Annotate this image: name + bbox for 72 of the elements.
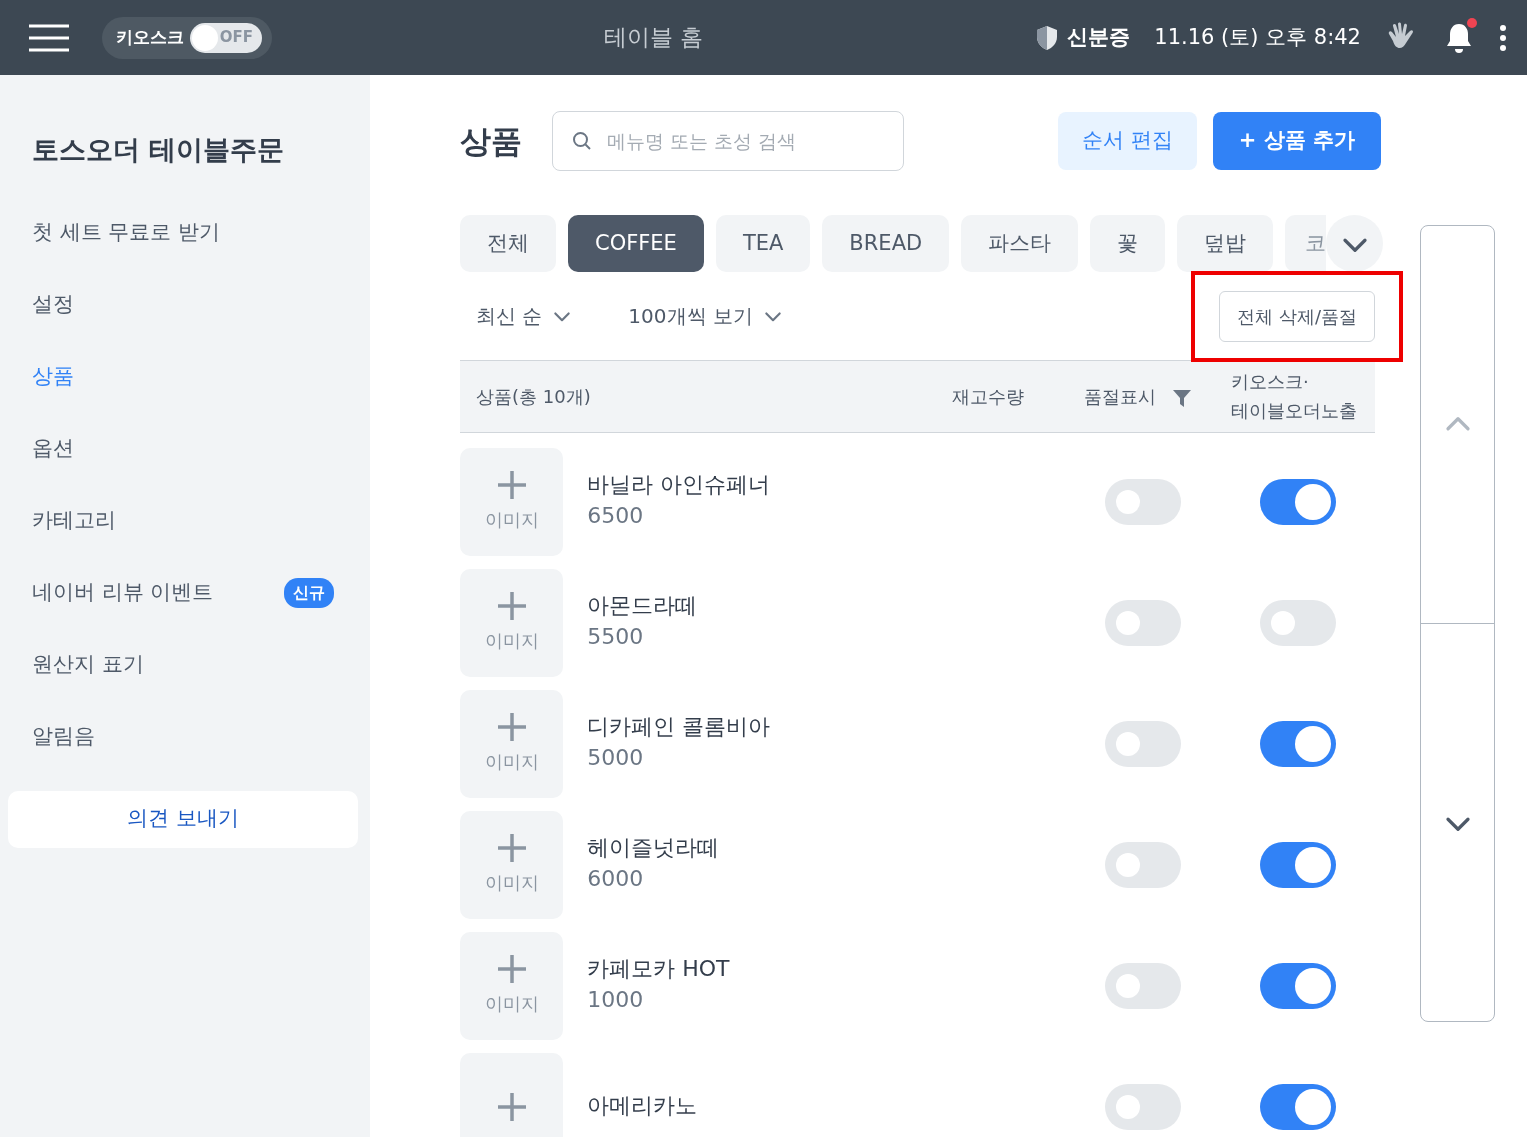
product-name: 디카페인 콜롬비아 bbox=[587, 712, 772, 741]
column-header: 키오스크· 테이블오더노출 bbox=[1231, 369, 1357, 423]
sidebar-item[interactable]: 첫 세트 무료로 받기 bbox=[8, 196, 358, 269]
category-tab[interactable]: BREAD bbox=[822, 215, 950, 272]
window-title: 테이블 홈 bbox=[603, 23, 705, 53]
sidebar-item[interactable]: 원산지 표기 bbox=[8, 628, 358, 701]
search-field[interactable]: 메뉴명 또는 초성 검색 bbox=[552, 111, 904, 171]
plus-icon bbox=[496, 591, 527, 621]
plus-icon bbox=[496, 1091, 527, 1122]
sold-out-toggle[interactable] bbox=[1104, 841, 1181, 888]
plus-icon bbox=[496, 954, 527, 984]
sort-dropdown[interactable]: 최신 순 bbox=[460, 301, 593, 331]
add-product-button[interactable]: + 상품 추가 bbox=[1212, 112, 1381, 170]
image-label: 이미지 bbox=[484, 629, 539, 653]
app-title: 토스오더 테이블주문 bbox=[31, 133, 286, 167]
image-label: 이미지 bbox=[484, 750, 539, 774]
visibility-toggle[interactable] bbox=[1259, 1083, 1336, 1130]
plus-icon bbox=[496, 833, 527, 863]
feedback-button[interactable]: 의견 보내기 bbox=[8, 790, 358, 848]
column-header: 재고수량 bbox=[952, 385, 1024, 409]
sidebar-item[interactable]: 상품 bbox=[8, 340, 358, 413]
product-name: 바닐라 아인슈페너 bbox=[587, 470, 772, 499]
category-tab[interactable]: 덮밥 bbox=[1177, 215, 1274, 272]
product-price: 5000 bbox=[587, 744, 645, 773]
image-label: 이미지 bbox=[484, 871, 539, 895]
reorder-button[interactable]: 순서 편집 bbox=[1058, 112, 1197, 170]
visibility-toggle[interactable] bbox=[1259, 841, 1336, 888]
product-price: 6000 bbox=[587, 865, 645, 894]
plus-icon bbox=[496, 712, 527, 742]
kiosk-label: 키오스크 bbox=[116, 25, 184, 49]
sidebar-item[interactable]: 카테고리 bbox=[8, 484, 358, 557]
category-tab[interactable]: 전체 bbox=[460, 215, 556, 272]
product-price: 6500 bbox=[587, 502, 645, 531]
sold-out-toggle[interactable] bbox=[1104, 478, 1181, 525]
sold-out-toggle[interactable] bbox=[1104, 599, 1181, 646]
visibility-toggle[interactable] bbox=[1259, 720, 1336, 767]
bulk-delete-button[interactable]: 전체 삭제/품절 bbox=[1219, 290, 1375, 342]
category-tab[interactable]: TEA bbox=[715, 215, 811, 272]
sold-out-toggle[interactable] bbox=[1104, 962, 1181, 1009]
visibility-toggle[interactable] bbox=[1259, 478, 1336, 525]
page-size-dropdown[interactable]: 100개씩 보기 bbox=[608, 301, 803, 331]
page-title: 상품 bbox=[460, 121, 522, 161]
product-price: 1000 bbox=[587, 986, 645, 1015]
product-price: 5500 bbox=[587, 623, 645, 652]
date-time: 11.16 (토) 오후 8:42 bbox=[1154, 23, 1361, 51]
image-placeholder[interactable] bbox=[460, 1052, 564, 1137]
sidebar-item[interactable]: 옵션 bbox=[8, 412, 358, 485]
category-tab[interactable]: 파스타 bbox=[961, 215, 1079, 272]
product-name: 헤이즐넛라떼 bbox=[587, 833, 721, 862]
column-header: 품절표시 bbox=[1084, 385, 1156, 409]
sold-out-toggle[interactable] bbox=[1104, 720, 1181, 767]
sidebar-item[interactable]: 설정 bbox=[8, 268, 358, 341]
image-label: 이미지 bbox=[484, 508, 539, 532]
column-header: 상품(총 10개) bbox=[476, 385, 591, 409]
visibility-toggle[interactable] bbox=[1259, 599, 1336, 646]
plus-icon bbox=[496, 470, 527, 500]
visibility-toggle[interactable] bbox=[1259, 962, 1336, 1009]
product-name: 카페모카 HOT bbox=[587, 954, 731, 983]
image-label: 이미지 bbox=[484, 992, 539, 1016]
id-label[interactable]: 신분증 bbox=[1067, 21, 1131, 54]
new-badge: 신규 bbox=[284, 577, 334, 608]
more-icon[interactable] bbox=[1499, 24, 1507, 51]
sidebar-item[interactable]: 네이버 리뷰 이벤트 bbox=[32, 576, 214, 609]
category-tab[interactable]: 꽃 bbox=[1090, 215, 1166, 272]
product-name: 아메리카노 bbox=[587, 1092, 699, 1121]
product-name: 아몬드라떼 bbox=[587, 591, 699, 620]
category-tab[interactable]: COFFEE bbox=[568, 215, 704, 272]
shield-icon bbox=[1035, 24, 1060, 51]
sold-out-toggle[interactable] bbox=[1104, 1083, 1181, 1130]
sidebar-item[interactable]: 알림음 bbox=[8, 700, 358, 773]
menu-icon[interactable] bbox=[28, 23, 70, 52]
filter-icon[interactable] bbox=[1172, 388, 1192, 408]
